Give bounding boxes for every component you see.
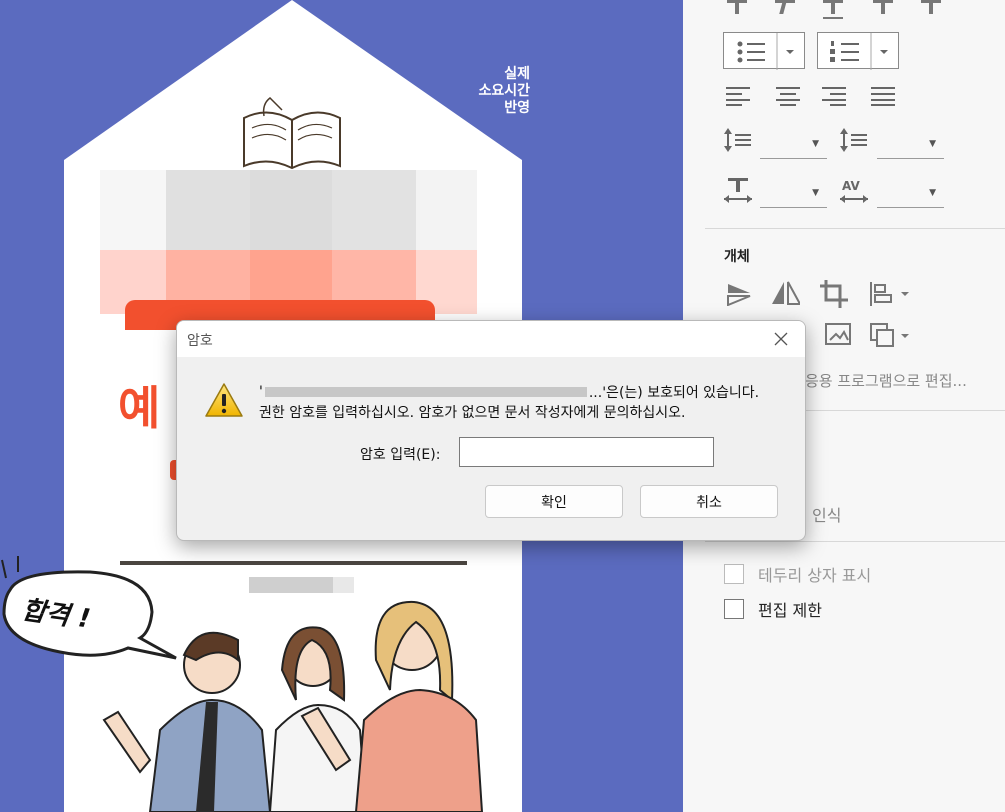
align-left-icon[interactable]	[726, 86, 750, 106]
section-object-heading: 개체	[724, 249, 750, 265]
password-dialog: 암호 ' ...'은(는) 보호되어 있습니다. 권한 암호를 입력하십시오. …	[176, 320, 806, 541]
restrict-editing-checkbox[interactable]	[724, 599, 744, 619]
chevron-down-icon: ▼	[812, 188, 819, 198]
align-justify-icon[interactable]	[871, 86, 895, 106]
align-center-icon[interactable]	[776, 86, 800, 106]
warning-icon	[204, 382, 244, 422]
badge-line-2: 소요시간	[478, 83, 530, 99]
password-label: 암호 입력(E):	[360, 447, 441, 463]
red-title-text: 예	[118, 381, 161, 435]
document-divider	[120, 561, 467, 565]
close-button[interactable]	[769, 327, 793, 351]
crop-icon[interactable]	[820, 280, 848, 308]
edit-with-app-link[interactable]: 응용 프로그램으로 편집...	[805, 370, 967, 391]
paragraph-spacing-field[interactable]: ▼	[877, 133, 944, 159]
horizontal-scale-icon	[724, 178, 754, 204]
line-spacing-icon	[724, 128, 752, 152]
message-suffix: ...'은(는) 보호되어 있습니다.	[588, 385, 760, 401]
badge-line-3: 반영	[504, 100, 530, 116]
time-badge: 실제 소요시간 반영	[440, 66, 530, 126]
redacted-filename	[264, 387, 587, 397]
panel-divider	[705, 228, 1005, 229]
message-prefix: '	[259, 384, 263, 400]
show-bounding-box-label: 테두리 상자 표시	[758, 566, 872, 585]
chevron-down-icon: ▼	[929, 188, 936, 198]
line-spacing-field[interactable]: ▼	[760, 133, 827, 159]
dialog-message-line2: 권한 암호를 입력하십시오. 암호가 없으면 문서 작성자에게 문의하십시오.	[259, 405, 686, 421]
numbered-list-dropdown[interactable]	[817, 32, 899, 70]
paragraph-spacing-icon	[840, 128, 868, 152]
cancel-button[interactable]: 취소	[640, 485, 778, 518]
text-style-icons	[727, 0, 947, 20]
flip-horizontal-icon[interactable]	[772, 280, 800, 306]
badge-line-1: 실제	[504, 66, 530, 82]
password-input[interactable]	[459, 437, 714, 467]
numbered-list-icon	[830, 33, 888, 70]
ok-button[interactable]: 확인	[485, 485, 623, 518]
dialog-titlebar[interactable]: 암호	[177, 321, 805, 357]
restrict-editing-label: 편집 제한	[758, 601, 822, 620]
svg-text:AV: AV	[842, 179, 860, 193]
chevron-down-icon: ▼	[929, 139, 936, 149]
show-bounding-box-checkbox[interactable]	[724, 564, 744, 584]
replace-image-icon[interactable]	[822, 322, 852, 350]
restrict-editing-option[interactable]: 편집 제한	[724, 597, 822, 621]
dialog-message-line1: ' ...'은(는) 보호되어 있습니다.	[259, 382, 759, 402]
close-icon	[774, 332, 788, 346]
recognize-text-option[interactable]: 인식	[812, 502, 841, 526]
chevron-down-icon: ▼	[812, 139, 819, 149]
flip-vertical-icon[interactable]	[726, 280, 752, 306]
dialog-title: 암호	[187, 333, 213, 349]
align-objects-icon[interactable]	[869, 280, 913, 308]
arrange-icon[interactable]	[869, 322, 913, 350]
horizontal-scale-field[interactable]: ▼	[760, 182, 827, 208]
bullet-list-dropdown[interactable]	[723, 32, 805, 70]
pixelated-subtitle	[249, 577, 354, 593]
character-spacing-field[interactable]: ▼	[877, 182, 944, 208]
panel-divider	[705, 541, 1005, 542]
character-spacing-icon: AV	[840, 178, 870, 204]
align-right-icon[interactable]	[822, 86, 846, 106]
bullet-list-icon	[737, 33, 794, 70]
show-bounding-box-option[interactable]: 테두리 상자 표시	[724, 562, 871, 586]
